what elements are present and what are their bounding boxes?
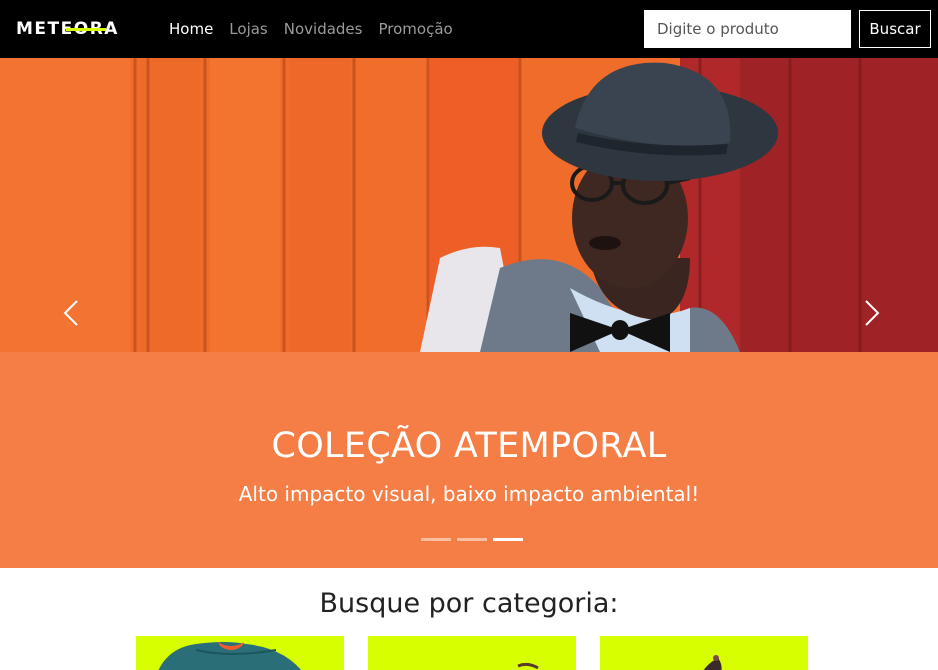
category-image-1 (158, 642, 302, 670)
brand-logo[interactable]: METEORA (16, 19, 119, 39)
carousel-prev-button[interactable] (56, 298, 86, 328)
hero-caption: COLEÇÃO ATEMPORAL Alto impacto visual, b… (0, 352, 938, 568)
logo-accent-bar (66, 28, 106, 31)
category-card-3[interactable] (600, 636, 808, 670)
carousel-indicator-2[interactable] (457, 538, 487, 541)
main-nav: Home Lojas Novidades Promoção (169, 19, 469, 39)
nav-link-novidades[interactable]: Novidades (284, 19, 363, 39)
hero-carousel (0, 58, 938, 352)
category-card-1[interactable] (136, 636, 344, 670)
category-image-2 (517, 662, 539, 670)
carousel-indicators (421, 538, 523, 541)
nav-link-home[interactable]: Home (169, 19, 213, 39)
carousel-indicator-1[interactable] (421, 538, 451, 541)
carousel-next-button[interactable] (857, 298, 887, 328)
chevron-left-icon (63, 300, 78, 326)
hero-image (0, 58, 938, 352)
search-input[interactable] (644, 10, 851, 48)
nav-link-lojas[interactable]: Lojas (229, 19, 267, 39)
navbar: METEORA Home Lojas Novidades Promoção Bu… (0, 0, 938, 58)
categories-heading: Busque por categoria: (319, 588, 619, 619)
category-image-3 (703, 655, 722, 670)
hero-title: COLEÇÃO ATEMPORAL (271, 426, 667, 466)
carousel-indicator-3[interactable] (493, 538, 523, 541)
nav-link-promocao[interactable]: Promoção (378, 19, 452, 39)
hero-subtitle: Alto impacto visual, baixo impacto ambie… (238, 482, 700, 506)
category-card-2[interactable] (368, 636, 576, 670)
search-button[interactable]: Buscar (859, 10, 931, 48)
chevron-right-icon (865, 300, 880, 326)
